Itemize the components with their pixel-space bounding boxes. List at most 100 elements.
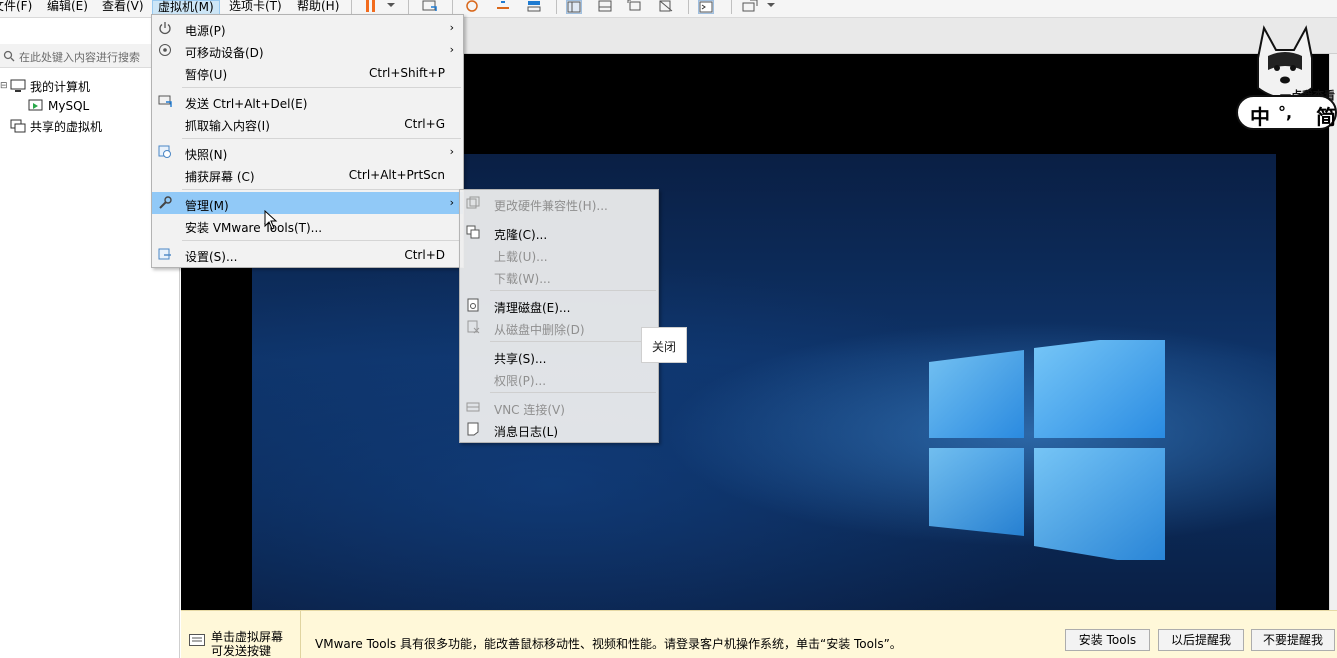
power-icon <box>159 22 171 35</box>
message-log-icon <box>467 422 479 436</box>
vm-vertical-scrollbar[interactable] <box>1329 54 1337 610</box>
mouse-cursor-icon <box>264 210 278 230</box>
tree-expander-icon[interactable]: ⊟ <box>0 81 10 91</box>
send-keys-icon <box>158 95 172 107</box>
submenu-item-clean-disk[interactable]: 清理磁盘(E)... <box>460 294 658 316</box>
clean-disk-icon <box>467 298 479 312</box>
submenu-item-label: 下载(W)... <box>494 272 551 286</box>
tree-item-my-computer[interactable]: ⊟ 我的计算机 <box>0 77 90 95</box>
thumbnail-view-icon[interactable] <box>597 0 613 14</box>
ime-mode-label[interactable]: 中 <box>1250 101 1270 130</box>
menu-item-label: 可移动设备(D) <box>185 46 264 60</box>
menu-separator <box>182 240 461 241</box>
dropdown-arrow-icon[interactable] <box>386 0 396 14</box>
menu-item-send-ctrl-alt-del[interactable]: 发送 Ctrl+Alt+Del(E) <box>152 90 463 112</box>
submenu-item-label: 从磁盘中删除(D) <box>494 323 585 337</box>
menu-item-label: 抓取输入内容(I) <box>185 119 270 133</box>
menu-item-settings[interactable]: 设置(S)... Ctrl+D <box>152 243 463 265</box>
vnc-icon <box>466 402 480 412</box>
menu-separator <box>182 189 461 190</box>
toolbar-separator <box>452 0 453 14</box>
submenu-arrow-icon: › <box>449 145 454 158</box>
unity-icon[interactable] <box>658 0 674 14</box>
menu-item-removable-devices[interactable]: 可移动设备(D) › <box>152 39 463 61</box>
menu-item-grab-input[interactable]: 抓取输入内容(I) Ctrl+G <box>152 112 463 134</box>
submenu-item-label: 上载(U)... <box>494 250 548 264</box>
tree-item-label: 我的计算机 <box>30 79 91 94</box>
windows-logo-icon <box>929 340 1165 560</box>
tree-item-label: MySQL <box>48 99 90 113</box>
submenu-item-label: 共享(S)... <box>494 352 547 366</box>
tree-item-shared-vms[interactable]: 共享的虚拟机 <box>10 117 102 135</box>
menu-item-shortcut: Ctrl+Shift+P <box>369 66 445 80</box>
fullscreen-icon[interactable] <box>627 0 643 14</box>
toolbar-separator <box>688 0 689 14</box>
ime-status-bar[interactable]: 中 °, 简 <box>1236 95 1337 130</box>
submenu-item-label: 更改硬件兼容性(H)... <box>494 199 608 213</box>
manage-snapshots-icon[interactable] <box>526 0 542 14</box>
submenu-item-label: 消息日志(L) <box>494 425 559 439</box>
wrench-icon <box>159 196 172 209</box>
menu-item-pause[interactable]: 暂停(U) Ctrl+Shift+P <box>152 61 463 83</box>
snapshot-icon <box>158 145 171 158</box>
submenu-item-permissions[interactable]: 权限(P)... <box>460 367 658 389</box>
submenu-separator <box>490 341 656 342</box>
menu-item-snapshot[interactable]: 快照(N) › <box>152 141 463 163</box>
submenu-item-vnc[interactable]: VNC 连接(V) <box>460 396 658 418</box>
menu-item-manage[interactable]: 管理(M) › <box>152 192 463 214</box>
ime-punct-label[interactable]: °, <box>1278 103 1292 122</box>
submenu-item-upload[interactable]: 上载(U)... <box>460 243 658 265</box>
menu-item-shortcut: Ctrl+Alt+PrtScn <box>348 168 445 182</box>
menu-item-label: 管理(M) <box>185 199 229 213</box>
submenu-item-delete-from-disk[interactable]: 从磁盘中删除(D) <box>460 316 658 338</box>
pause-icon[interactable] <box>363 0 379 14</box>
menu-item-label: 设置(S)... <box>185 250 238 264</box>
dont-remind-button[interactable]: 不要提醒我 <box>1251 629 1335 651</box>
delete-disk-icon <box>467 320 480 334</box>
dropdown-arrow-icon[interactable] <box>766 0 776 14</box>
clone-icon <box>466 225 480 239</box>
tree-item-mysql[interactable]: MySQL <box>28 97 89 115</box>
menu-item-install-vmware-tools[interactable]: 安装 VMware Tools(T)... <box>152 214 463 236</box>
menu-file[interactable]: 文件(F) <box>0 0 32 18</box>
menu-item-label: 暂停(U) <box>185 68 228 82</box>
search-placeholder: 在此处键入内容进行搜索 <box>19 51 140 64</box>
menu-item-label: 电源(P) <box>185 24 226 38</box>
submenu-item-clone[interactable]: 克隆(C)... <box>460 221 658 243</box>
library-view-icon[interactable] <box>566 0 582 14</box>
menu-item-label: 捕获屏幕 (C) <box>185 170 255 184</box>
menu-separator <box>182 138 461 139</box>
submenu-item-label: VNC 连接(V) <box>494 403 565 417</box>
close-tooltip-text: 关闭 <box>652 340 677 354</box>
submenu-arrow-icon: › <box>449 21 454 34</box>
submenu-item-download[interactable]: 下载(W)... <box>460 265 658 287</box>
menu-view[interactable]: 查看(V) <box>102 0 144 18</box>
install-tools-button[interactable]: 安装 Tools <box>1065 629 1150 651</box>
stretch-icon[interactable] <box>742 0 758 14</box>
console-icon[interactable] <box>698 0 714 14</box>
menu-item-capture-screen[interactable]: 捕获屏幕 (C) Ctrl+Alt+PrtScn <box>152 163 463 185</box>
notification-hint: 单击虚拟屏幕 可发送按键 <box>181 611 301 658</box>
remind-later-button[interactable]: 以后提醒我 <box>1158 629 1244 651</box>
menu-edit[interactable]: 编辑(E) <box>47 0 88 18</box>
toolbar-separator <box>731 0 732 14</box>
ime-charset-label[interactable]: 简 <box>1316 101 1336 130</box>
snapshot-icon[interactable] <box>464 0 480 14</box>
menu-item-label: 安装 VMware Tools(T)... <box>185 221 323 235</box>
submenu-item-message-log[interactable]: 消息日志(L) <box>460 418 658 440</box>
submenu-arrow-icon: › <box>449 43 454 56</box>
vmware-tools-notification-bar: 单击虚拟屏幕 可发送按键 VMware Tools 具有很多功能，能改善鼠标移动… <box>181 610 1337 658</box>
search-icon <box>3 50 15 62</box>
computer-icon <box>10 79 26 92</box>
toolbar-separator <box>351 0 352 14</box>
removable-device-icon <box>159 44 171 56</box>
shared-vm-icon <box>10 119 26 133</box>
revert-snapshot-icon[interactable] <box>495 0 511 14</box>
submenu-item-label: 清理磁盘(E)... <box>494 301 571 315</box>
submenu-item-hardware-compat[interactable]: 更改硬件兼容性(H)... <box>460 192 658 214</box>
menu-item-power[interactable]: 电源(P) › <box>152 17 463 39</box>
send-keys-icon[interactable] <box>422 0 438 14</box>
manage-submenu: 更改硬件兼容性(H)... 克隆(C)... 上载(U)... 下载(W)...… <box>459 189 659 443</box>
submenu-item-share[interactable]: 共享(S)... <box>460 345 658 367</box>
notification-message: VMware Tools 具有很多功能，能改善鼠标移动性、视频和性能。请登录客户… <box>315 637 902 651</box>
